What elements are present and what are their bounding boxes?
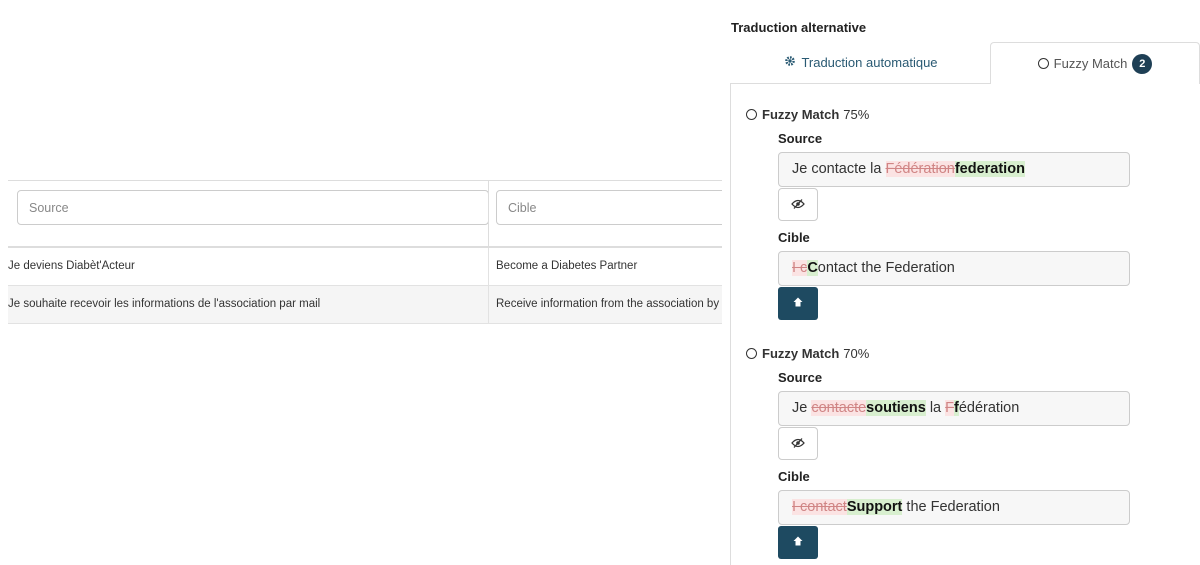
arrow-up-icon <box>792 295 804 313</box>
source-filter-input[interactable] <box>17 190 489 225</box>
table-row[interactable]: Je souhaite recevoir les informations de… <box>8 286 724 324</box>
diff-inserted: federation <box>954 161 1025 177</box>
diff-deleted: contacte <box>811 400 867 416</box>
match-label: Fuzzy Match <box>762 107 840 122</box>
toggle-diff-button[interactable] <box>778 188 818 221</box>
use-translation-button[interactable] <box>778 526 818 559</box>
diff-deleted: I c <box>792 260 808 276</box>
eye-slash-icon <box>791 435 805 453</box>
table-row[interactable]: Je deviens Diabèt'Acteur Become a Diabet… <box>8 248 724 286</box>
count-badge: 2 <box>1132 53 1153 74</box>
cible-label: Cible <box>778 469 810 484</box>
alternative-translation-panel: Traduction alternative Traduction automa… <box>722 0 1200 565</box>
panel-title: Traduction alternative <box>731 20 867 35</box>
diff-inserted: soutiens <box>866 400 926 416</box>
cible-diff-text: I contactSupport the Federation <box>778 490 1130 525</box>
arrow-up-icon <box>792 534 804 552</box>
match-percent: 75% <box>843 107 870 122</box>
tab-label: Fuzzy Match <box>1053 56 1128 71</box>
gear-icon <box>784 55 796 70</box>
diff-plain: the Federation <box>902 499 1000 515</box>
fuzzy-match-item: Fuzzy Match 70% Source Je contactesoutie… <box>746 346 1166 559</box>
diff-plain: Je contacte la <box>792 161 886 177</box>
tab-bar: Traduction automatique Fuzzy Match 2 <box>730 42 1200 84</box>
diff-inserted: C <box>807 260 818 276</box>
diff-deleted: F <box>945 400 954 416</box>
eye-slash-icon <box>791 196 805 214</box>
diff-plain: édération <box>958 400 1020 416</box>
source-label: Source <box>778 131 823 146</box>
tab-machine-translation[interactable]: Traduction automatique <box>730 42 992 84</box>
diff-deleted: I contact <box>792 499 847 515</box>
source-diff-text: Je contacte la Fédérationfederation <box>778 152 1130 187</box>
diff-plain: ontact the Federation <box>817 260 955 276</box>
match-label: Fuzzy Match <box>762 346 840 361</box>
circle-icon <box>746 348 757 359</box>
cible-diff-text: I cContact the Federation <box>778 251 1130 286</box>
diff-inserted: Support <box>846 499 903 515</box>
diff-plain: la <box>925 400 946 416</box>
fuzzy-match-item: Fuzzy Match 75% Source Je contacte la Fé… <box>746 107 1166 320</box>
circle-icon <box>1037 58 1049 69</box>
match-header: Fuzzy Match 75% <box>746 107 1166 122</box>
row-source-text: Je souhaite recevoir les informations de… <box>8 298 321 310</box>
toggle-diff-button[interactable] <box>778 427 818 460</box>
source-label: Source <box>778 370 823 385</box>
cible-label: Cible <box>778 230 810 245</box>
use-translation-button[interactable] <box>778 287 818 320</box>
match-header: Fuzzy Match 70% <box>746 346 1166 361</box>
circle-icon <box>746 109 757 120</box>
column-divider <box>488 181 489 246</box>
row-cible-text: Receive information from the association… <box>496 298 720 310</box>
diff-plain: Je <box>792 400 812 416</box>
diff-deleted: Fédération <box>885 161 955 177</box>
match-percent: 70% <box>843 346 870 361</box>
row-cible-text: Become a Diabetes Partner <box>496 260 638 272</box>
tab-fuzzy-match[interactable]: Fuzzy Match 2 <box>990 42 1200 84</box>
row-source-text: Je deviens Diabèt'Acteur <box>8 260 135 272</box>
column-divider <box>488 286 489 323</box>
tab-label: Traduction automatique <box>801 55 938 70</box>
cible-filter-input[interactable] <box>496 190 736 225</box>
tab-content-border <box>730 84 731 565</box>
source-diff-text: Je contactesoutiens la Ffédération <box>778 391 1130 426</box>
column-divider <box>488 248 489 285</box>
segments-table: Je deviens Diabèt'Acteur Become a Diabet… <box>8 180 736 324</box>
filter-row <box>8 180 736 248</box>
